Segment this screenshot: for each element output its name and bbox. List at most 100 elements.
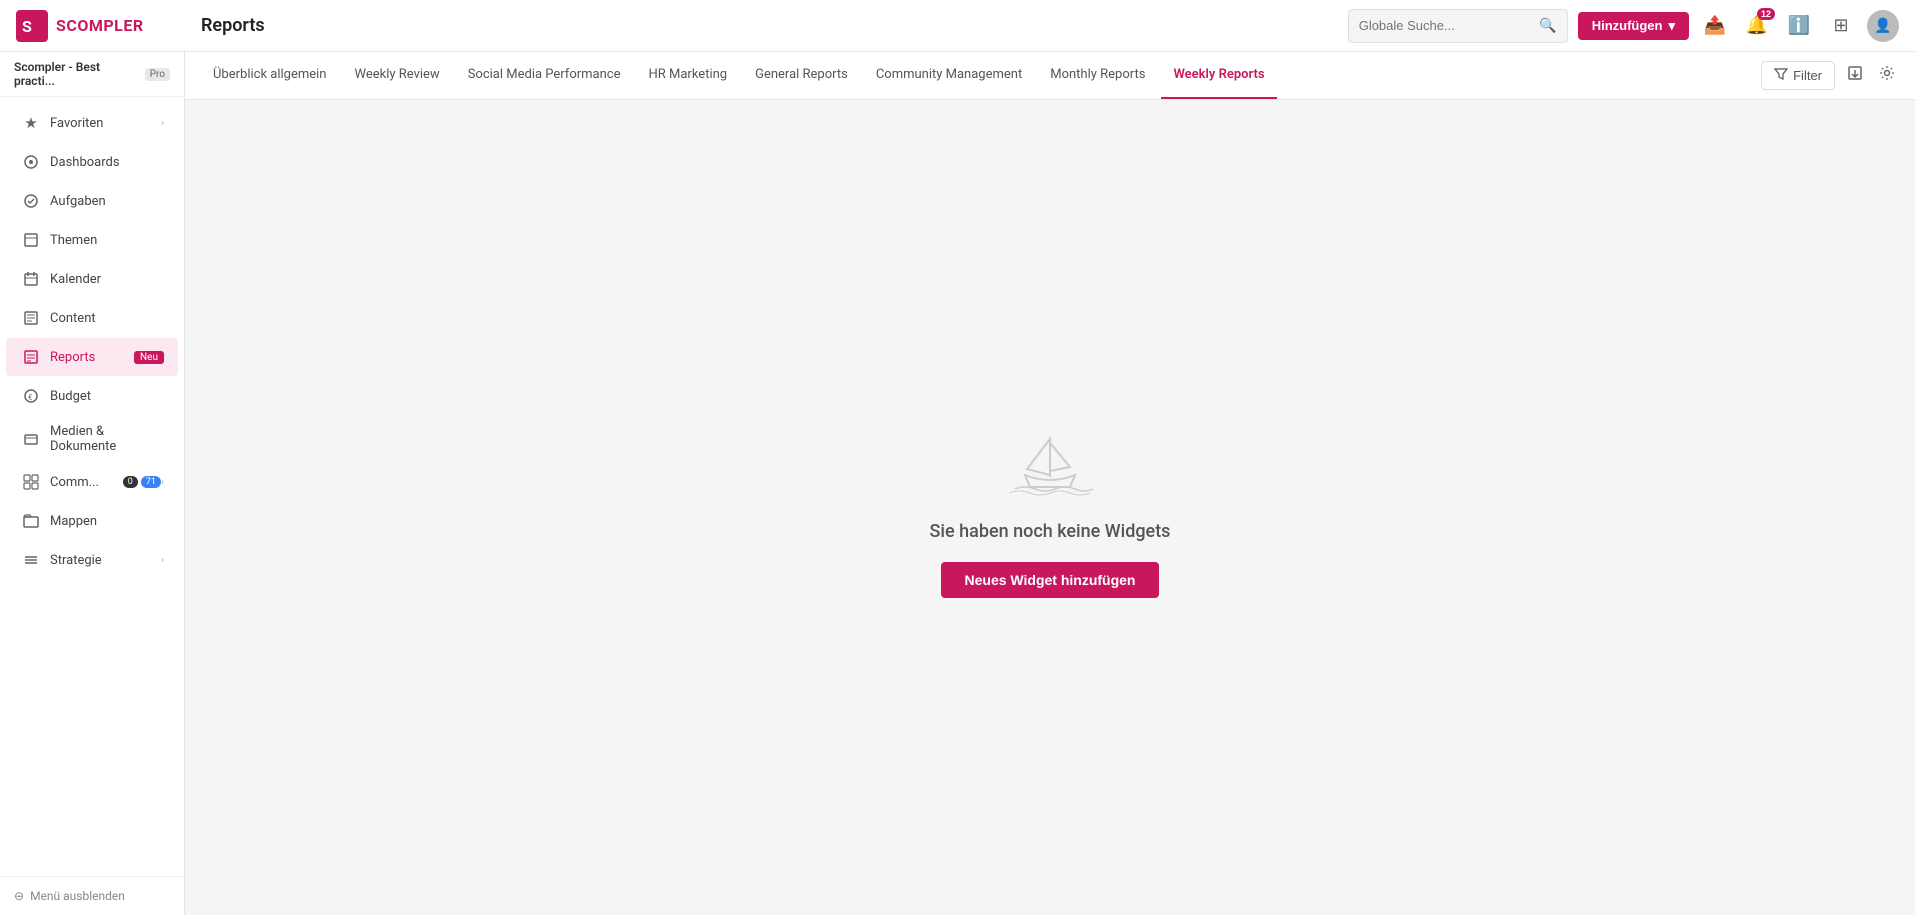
layout: Scompler - Best practi... Pro ★ Favorite… [0,52,1915,915]
empty-state: Sie haben noch keine Widgets Neues Widge… [185,100,1915,915]
sidebar-item-budget[interactable]: € Budget [6,377,178,415]
avatar[interactable]: 👤 [1867,10,1899,42]
tab-social-media[interactable]: Social Media Performance [456,52,633,99]
grid-icon: ⊞ [1833,15,1848,36]
svg-text:€: € [28,393,33,402]
notification-badge: 12 [1757,8,1775,20]
sidebar-item-themen[interactable]: Themen [6,221,178,259]
menu-toggle[interactable]: ⊖ Menü ausblenden [14,889,170,903]
sidebar-item-favoriten[interactable]: ★ Favoriten › [6,104,178,142]
content-icon [20,307,42,329]
top-header: S SCOMPLER Reports 🔍 Hinzufügen ▾ 📤 🔔 12… [0,0,1915,52]
header-right: 🔍 Hinzufügen ▾ 📤 🔔 12 ℹ️ ⊞ 👤 [1348,9,1899,43]
page-title: Reports [201,15,1348,36]
sidebar-item-reports[interactable]: Reports Neu [6,338,178,376]
sidebar-item-label: Strategie [50,553,161,568]
circle-minus-icon: ⊖ [14,889,24,903]
tab-label: General Reports [755,67,848,82]
chevron-right-icon: › [161,555,164,566]
empty-state-message: Sie haben noch keine Widgets [930,521,1171,542]
sidebar-item-label: Comm... [50,475,120,490]
media-icon [20,428,42,450]
tab-label: Weekly Reports [1173,67,1264,82]
workspace-item: Scompler - Best practi... Pro [0,52,184,97]
chevron-right-icon: › [161,118,164,129]
sidebar-item-label: Mappen [50,514,164,529]
chevron-down-icon: ▾ [1668,18,1675,34]
empty-illustration [1005,417,1095,501]
sidebar: Scompler - Best practi... Pro ★ Favorite… [0,52,185,915]
add-button[interactable]: Hinzufügen ▾ [1578,12,1689,40]
sailboat-illustration [1005,417,1095,497]
star-icon: ★ [20,112,42,134]
scompler-logo-icon: S [16,10,48,42]
sidebar-item-medien[interactable]: Medien & Dokumente [6,416,178,462]
sidebar-item-content[interactable]: Content [6,299,178,337]
filter-button[interactable]: Filter [1761,61,1835,90]
sidebar-item-label: Favoriten [50,116,161,131]
info-icon: ℹ️ [1788,15,1810,36]
filter-label: Filter [1793,68,1822,83]
sidebar-item-label: Budget [50,389,164,404]
sub-nav-actions: Filter [1761,61,1899,90]
sub-nav-tabs: Überblick allgemein Weekly Review Social… [201,52,1761,99]
sidebar-item-label: Medien & Dokumente [50,424,164,454]
add-widget-button[interactable]: Neues Widget hinzufügen [941,562,1160,598]
themes-icon [20,229,42,251]
tab-weekly-reports[interactable]: Weekly Reports [1161,52,1276,99]
info-button[interactable]: ℹ️ [1783,10,1815,42]
strategy-icon [20,549,42,571]
tab-monthly-reports[interactable]: Monthly Reports [1038,52,1157,99]
badge-count-blue: 71 [141,476,161,488]
sub-nav: Überblick allgemein Weekly Review Social… [185,52,1915,100]
search-box: 🔍 [1348,9,1568,43]
tab-community-management[interactable]: Community Management [864,52,1034,99]
export-icon [1847,68,1863,85]
sidebar-item-strategie[interactable]: Strategie › [6,541,178,579]
sidebar-footer: ⊖ Menü ausblenden [0,876,184,915]
menu-toggle-label: Menü ausblenden [30,889,125,903]
sidebar-item-label: Themen [50,233,164,248]
filter-icon [1774,67,1788,84]
main-content: Überblick allgemein Weekly Review Social… [185,52,1915,915]
folders-icon [20,510,42,532]
workspace-name: Scompler - Best practi... [14,60,139,88]
community-icon [20,471,42,493]
notification-button[interactable]: 🔔 12 [1741,10,1773,42]
sidebar-nav: ★ Favoriten › Dashboards Aufgaben [0,97,184,876]
grid-button[interactable]: ⊞ [1825,10,1857,42]
tab-label: Überblick allgemein [213,67,327,82]
logo-text: SCOMPLER [56,16,144,35]
logo-area: S SCOMPLER [16,10,201,42]
add-button-label: Hinzufügen [1592,18,1663,33]
tasks-icon [20,190,42,212]
chevron-right-icon: › [161,477,164,488]
sidebar-item-label: Dashboards [50,155,164,170]
sidebar-item-aufgaben[interactable]: Aufgaben [6,182,178,220]
svg-text:S: S [22,17,32,36]
sidebar-item-mappen[interactable]: Mappen [6,502,178,540]
tab-ueberblick[interactable]: Überblick allgemein [201,52,339,99]
settings-button[interactable] [1875,61,1899,90]
tab-label: Weekly Review [355,67,440,82]
dashboard-icon [20,151,42,173]
tab-label: Community Management [876,67,1022,82]
tab-hr-marketing[interactable]: HR Marketing [637,52,740,99]
sidebar-item-comm[interactable]: Comm... 0 71 › [6,463,178,501]
tab-label: HR Marketing [649,67,728,82]
tab-weekly-review[interactable]: Weekly Review [343,52,452,99]
export-button[interactable] [1843,61,1867,90]
share-icon-button[interactable]: 📤 [1699,10,1731,42]
pro-badge: Pro [145,68,170,81]
sidebar-item-dashboards[interactable]: Dashboards [6,143,178,181]
share-icon: 📤 [1704,15,1726,36]
sidebar-item-label: Reports [50,350,130,365]
sidebar-item-label: Aufgaben [50,194,164,209]
sidebar-item-label: Kalender [50,272,164,287]
calendar-icon [20,268,42,290]
tab-general-reports[interactable]: General Reports [743,52,860,99]
reports-icon [20,346,42,368]
sidebar-item-kalender[interactable]: Kalender [6,260,178,298]
gear-icon [1879,68,1895,85]
search-input[interactable] [1359,18,1540,33]
